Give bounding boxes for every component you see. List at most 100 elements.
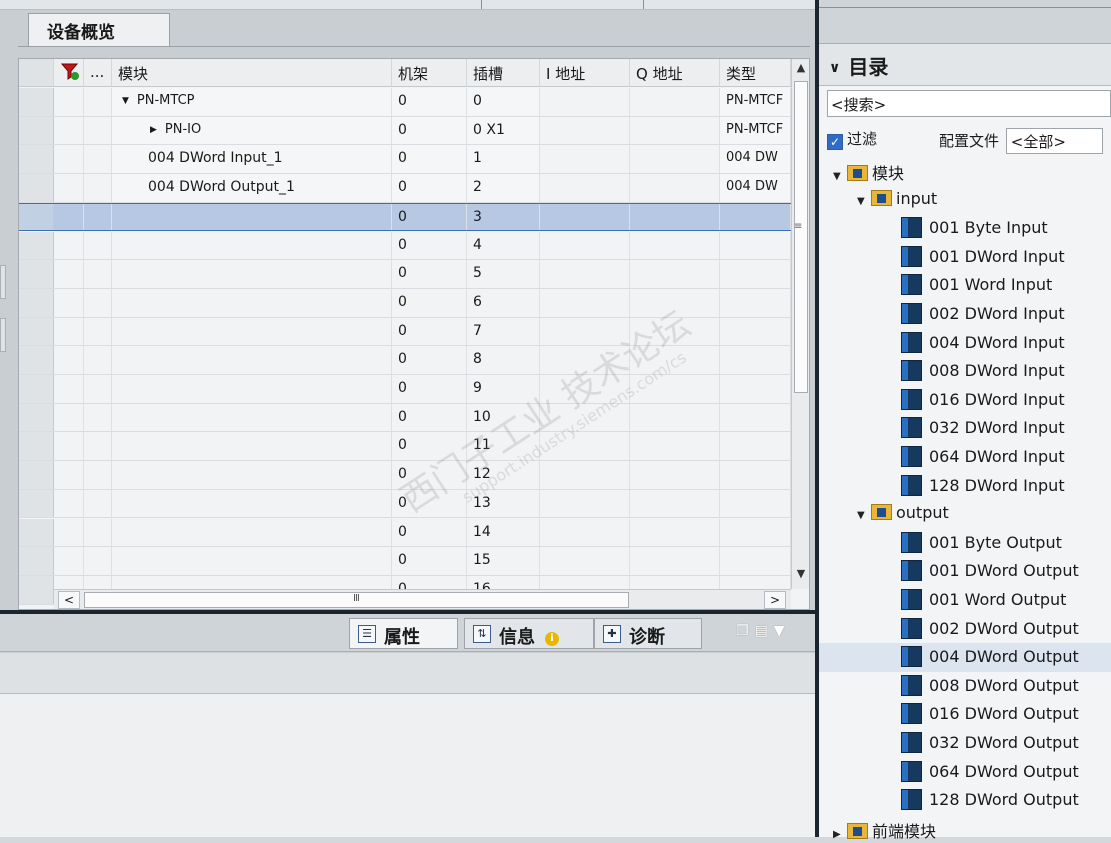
tree-folder-modules[interactable]: ▼ 模块 [819, 157, 1111, 186]
catalog-item[interactable]: 064 DWord Input [819, 443, 1111, 472]
table-row[interactable]: 04 [19, 231, 791, 261]
i-address-cell[interactable] [540, 432, 630, 461]
module-cell[interactable] [112, 432, 392, 461]
module-cell[interactable]: 004 DWord Input_1 [112, 145, 392, 174]
type-cell[interactable] [720, 547, 791, 575]
profile-dropdown[interactable]: <全部> [1005, 128, 1103, 154]
rack-cell[interactable]: 0 [392, 231, 467, 260]
slot-cell[interactable]: 1 [467, 145, 540, 174]
slot-cell[interactable]: 13 [467, 489, 540, 518]
tree-folder-output[interactable]: ▼ output [819, 500, 1111, 529]
type-cell[interactable] [720, 432, 791, 461]
rack-cell[interactable]: 0 [392, 346, 467, 374]
catalog-item[interactable]: 001 DWord Output [819, 557, 1111, 586]
type-cell[interactable] [720, 346, 791, 374]
module-cell[interactable]: PN-MTCP [112, 88, 392, 116]
slot-cell[interactable]: 7 [467, 317, 540, 346]
slot-cell[interactable]: 6 [467, 288, 540, 317]
horizontal-scroll-thumb[interactable]: Ⅲ [84, 592, 629, 608]
slot-cell[interactable]: 14 [467, 518, 540, 547]
scroll-up-icon[interactable]: ▲ [793, 61, 809, 79]
q-address-cell[interactable] [630, 375, 720, 403]
slot-cell[interactable]: 11 [467, 432, 540, 461]
i-address-cell[interactable] [540, 346, 630, 374]
column-header-rack[interactable]: 机架 [392, 59, 467, 87]
triangle-right-icon[interactable]: ▶ [833, 829, 845, 840]
scroll-right-icon[interactable]: > [764, 591, 786, 609]
slot-cell[interactable]: 0 X1 [467, 116, 540, 145]
q-address-cell[interactable] [630, 432, 720, 461]
i-address-cell[interactable] [540, 145, 630, 174]
rack-cell[interactable]: 0 [392, 288, 467, 317]
type-cell[interactable] [720, 288, 791, 317]
type-cell[interactable] [720, 231, 791, 260]
catalog-item[interactable]: 064 DWord Output [819, 758, 1111, 787]
i-address-cell[interactable] [540, 461, 630, 489]
catalog-item[interactable]: 016 DWord Output [819, 700, 1111, 729]
table-row[interactable]: 0 14 [19, 518, 791, 548]
type-cell[interactable] [720, 489, 791, 518]
table-row[interactable]: 07 [19, 317, 791, 347]
i-address-cell[interactable] [540, 375, 630, 403]
module-cell[interactable]: 004 DWord Output_1 [112, 174, 392, 202]
rack-cell[interactable]: 0 [392, 432, 467, 461]
catalog-item[interactable]: 128 DWord Output [819, 786, 1111, 815]
slot-cell[interactable]: 5 [467, 260, 540, 288]
catalog-item[interactable]: 001 Byte Input [819, 214, 1111, 243]
column-header-module[interactable]: 模块 [112, 59, 392, 87]
q-address-cell[interactable] [630, 346, 720, 374]
table-row[interactable]: 09 [19, 375, 791, 404]
catalog-item[interactable]: 128 DWord Input [819, 472, 1111, 501]
table-row[interactable]: 004 DWord Output_1 0 2 004 DW [19, 174, 791, 203]
i-address-cell[interactable] [540, 231, 630, 260]
tab-info[interactable]: ⇅ 信息 i [464, 618, 594, 649]
type-cell[interactable] [720, 260, 791, 288]
type-cell[interactable] [720, 461, 791, 489]
type-cell[interactable]: 004 DW [720, 174, 791, 202]
expand-handle[interactable] [0, 318, 6, 352]
catalog-item[interactable]: 001 Byte Output [819, 529, 1111, 558]
module-cell[interactable] [112, 260, 392, 288]
slot-cell[interactable]: 10 [467, 403, 540, 432]
slot-cell[interactable]: 3 [467, 203, 540, 231]
catalog-item[interactable]: 002 DWord Input [819, 300, 1111, 329]
q-address-cell[interactable] [630, 231, 720, 260]
i-address-cell[interactable] [540, 203, 630, 231]
q-address-cell[interactable] [630, 403, 720, 432]
checkbox-checked-icon[interactable]: ✓ [827, 134, 843, 150]
module-cell[interactable] [112, 547, 392, 575]
catalog-item[interactable]: 008 DWord Output [819, 672, 1111, 701]
rack-cell[interactable]: 0 [392, 317, 467, 346]
table-row[interactable]: 08 [19, 346, 791, 375]
tab-device-overview[interactable]: 设备概览 [28, 13, 170, 47]
tab-diagnostics[interactable]: ✚ 诊断 [594, 618, 702, 649]
vertical-scroll-thumb[interactable] [794, 81, 808, 393]
column-header-type[interactable]: 类型 [720, 59, 791, 87]
rack-cell[interactable]: 0 [392, 518, 467, 547]
table-row[interactable]: 0 13 [19, 489, 791, 519]
i-address-cell[interactable] [540, 260, 630, 288]
type-cell[interactable] [720, 203, 791, 231]
catalog-item[interactable]: 032 DWord Input [819, 414, 1111, 443]
module-cell[interactable] [112, 317, 392, 346]
tree-folder-frontend[interactable]: ▶ 前端模块 [819, 815, 1111, 843]
catalog-item[interactable]: 001 DWord Input [819, 243, 1111, 272]
inspector-window-controls[interactable]: ❐▤▼ [736, 623, 791, 639]
catalog-item[interactable]: 016 DWord Input [819, 386, 1111, 415]
rack-cell[interactable]: 0 [392, 145, 467, 174]
i-address-cell[interactable] [540, 116, 630, 145]
collapse-handle[interactable] [0, 265, 6, 299]
scroll-left-icon[interactable]: < [58, 591, 80, 609]
i-address-cell[interactable] [540, 317, 630, 346]
horizontal-scrollbar[interactable]: < Ⅲ > [54, 589, 791, 609]
rack-cell[interactable]: 0 [392, 174, 467, 202]
table-row[interactable]: 0 10 [19, 403, 791, 433]
rack-cell[interactable]: 0 [392, 489, 467, 518]
module-cell[interactable] [112, 518, 392, 547]
table-row[interactable]: 0 11 [19, 432, 791, 462]
triangle-down-icon[interactable]: ▼ [857, 510, 869, 521]
i-address-cell[interactable] [540, 518, 630, 547]
rack-cell[interactable]: 0 [392, 203, 467, 231]
q-address-cell[interactable] [630, 317, 720, 346]
module-cell[interactable] [112, 489, 392, 518]
